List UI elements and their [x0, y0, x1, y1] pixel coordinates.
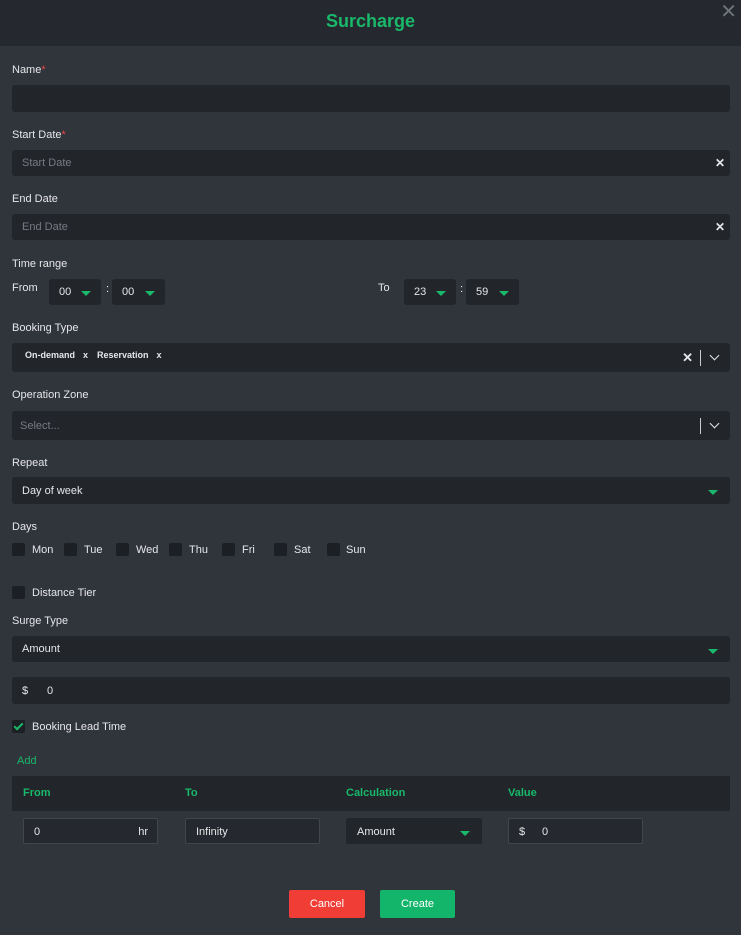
end-date-placeholder: End Date: [22, 221, 68, 233]
surge-type-label: Surge Type: [12, 615, 69, 627]
caret-down-icon: [708, 490, 718, 495]
distance-tier-checkbox[interactable]: [12, 586, 25, 599]
select-separator: [700, 350, 701, 366]
clear-end-date-icon[interactable]: ✕: [715, 220, 725, 234]
repeat-select[interactable]: Day of week: [12, 477, 730, 504]
day-checkbox-tue[interactable]: [64, 543, 77, 556]
time-range-label: Time range: [12, 258, 68, 270]
from-label: From: [12, 282, 38, 294]
add-lead-time-link[interactable]: Add: [17, 755, 37, 767]
booking-type-select[interactable]: On-demand x Reservation x ✕: [12, 343, 730, 372]
days-label: Days: [12, 521, 38, 533]
required-mark: *: [61, 129, 66, 141]
operation-zone-label: Operation Zone: [12, 389, 89, 401]
to-hour-select[interactable]: 23: [404, 279, 456, 305]
lead-to-input[interactable]: Infinity: [185, 818, 320, 844]
surcharge-amount-input[interactable]: $ 0: [12, 677, 730, 704]
booking-type-chip: Reservation x: [97, 350, 162, 366]
dialog-header: Surcharge ✕: [0, 0, 741, 46]
repeat-label: Repeat: [12, 457, 48, 469]
cancel-button[interactable]: Cancel: [289, 890, 365, 918]
lead-from-value: 0: [34, 826, 41, 838]
caret-down-icon: [708, 649, 718, 654]
end-date-label: End Date: [12, 193, 58, 205]
create-button[interactable]: Create: [380, 890, 455, 918]
day-checkbox-thu[interactable]: [169, 543, 182, 556]
operation-zone-placeholder: Select...: [20, 419, 60, 432]
column-header-value: Value: [508, 787, 537, 799]
chevron-down-icon[interactable]: [709, 418, 720, 429]
surge-type-value: Amount: [22, 643, 60, 655]
from-hour-value: 00: [59, 286, 72, 298]
amount-value: 0: [47, 684, 54, 697]
day-label-tue: Tue: [84, 544, 103, 556]
day-label-sat: Sat: [294, 544, 311, 556]
remove-chip-icon[interactable]: x: [83, 350, 88, 360]
start-date-placeholder: Start Date: [22, 157, 72, 169]
clear-selection-icon[interactable]: ✕: [682, 350, 693, 366]
column-header-calculation: Calculation: [346, 787, 406, 799]
calculation-select[interactable]: Amount: [346, 818, 482, 844]
hour-unit: hr: [138, 826, 148, 838]
day-checkbox-sun[interactable]: [327, 543, 340, 556]
lead-from-input[interactable]: 0 hr: [23, 818, 158, 844]
caret-down-icon: [81, 291, 91, 296]
surge-type-select[interactable]: Amount: [12, 636, 730, 662]
calculation-value: Amount: [357, 826, 395, 838]
select-separator: [700, 418, 701, 434]
chip-label: On-demand: [25, 350, 76, 360]
remove-chip-icon[interactable]: x: [157, 350, 162, 360]
time-colon: :: [460, 283, 464, 295]
clear-start-date-icon[interactable]: ✕: [715, 156, 725, 170]
end-date-input[interactable]: End Date ✕: [12, 214, 730, 240]
distance-tier-label: Distance Tier: [32, 587, 97, 599]
name-label: Name*: [12, 64, 46, 76]
day-checkbox-sat[interactable]: [274, 543, 287, 556]
lead-value: 0: [542, 826, 549, 838]
lead-value-input[interactable]: $ 0: [508, 818, 643, 844]
to-label: To: [378, 282, 390, 294]
day-label-sun: Sun: [346, 544, 366, 556]
lead-to-value: Infinity: [196, 826, 228, 838]
day-checkbox-mon[interactable]: [12, 543, 25, 556]
operation-zone-select[interactable]: Select...: [12, 411, 730, 440]
from-minute-select[interactable]: 00: [112, 279, 165, 305]
booking-type-chip: On-demand x: [25, 350, 88, 366]
column-header-to: To: [185, 787, 198, 799]
booking-type-label: Booking Type: [12, 322, 79, 334]
currency-symbol: $: [22, 684, 29, 697]
day-label-thu: Thu: [189, 544, 208, 556]
column-header-from: From: [23, 787, 51, 799]
caret-down-icon: [499, 291, 509, 296]
day-checkbox-wed[interactable]: [116, 543, 129, 556]
time-colon: :: [106, 283, 110, 295]
start-date-label-text: Start Date: [12, 129, 62, 141]
chip-label: Reservation: [97, 350, 149, 360]
caret-down-icon: [460, 831, 470, 836]
chevron-down-icon[interactable]: [709, 350, 720, 361]
repeat-value: Day of week: [22, 484, 83, 497]
to-minute-select[interactable]: 59: [466, 279, 519, 305]
start-date-label: Start Date*: [12, 129, 66, 141]
close-icon[interactable]: ✕: [720, 2, 737, 22]
booking-lead-time-checkbox[interactable]: [12, 720, 25, 733]
currency-symbol: $: [519, 826, 526, 838]
start-date-input[interactable]: Start Date ✕: [12, 150, 730, 176]
caret-down-icon: [145, 291, 155, 296]
name-input[interactable]: [12, 85, 730, 112]
to-hour-value: 23: [414, 286, 427, 298]
day-label-wed: Wed: [136, 544, 159, 556]
lead-time-table-header: From To Calculation Value: [12, 776, 730, 811]
from-minute-value: 00: [122, 286, 135, 298]
caret-down-icon: [436, 291, 446, 296]
day-label-mon: Mon: [32, 544, 54, 556]
from-hour-select[interactable]: 00: [49, 279, 101, 305]
to-minute-value: 59: [476, 286, 489, 298]
required-mark: *: [41, 64, 46, 76]
booking-lead-time-label: Booking Lead Time: [32, 721, 127, 733]
day-label-fri: Fri: [242, 544, 255, 556]
dialog-title: Surcharge: [325, 11, 416, 31]
name-label-text: Name: [12, 64, 42, 76]
day-checkbox-fri[interactable]: [222, 543, 235, 556]
